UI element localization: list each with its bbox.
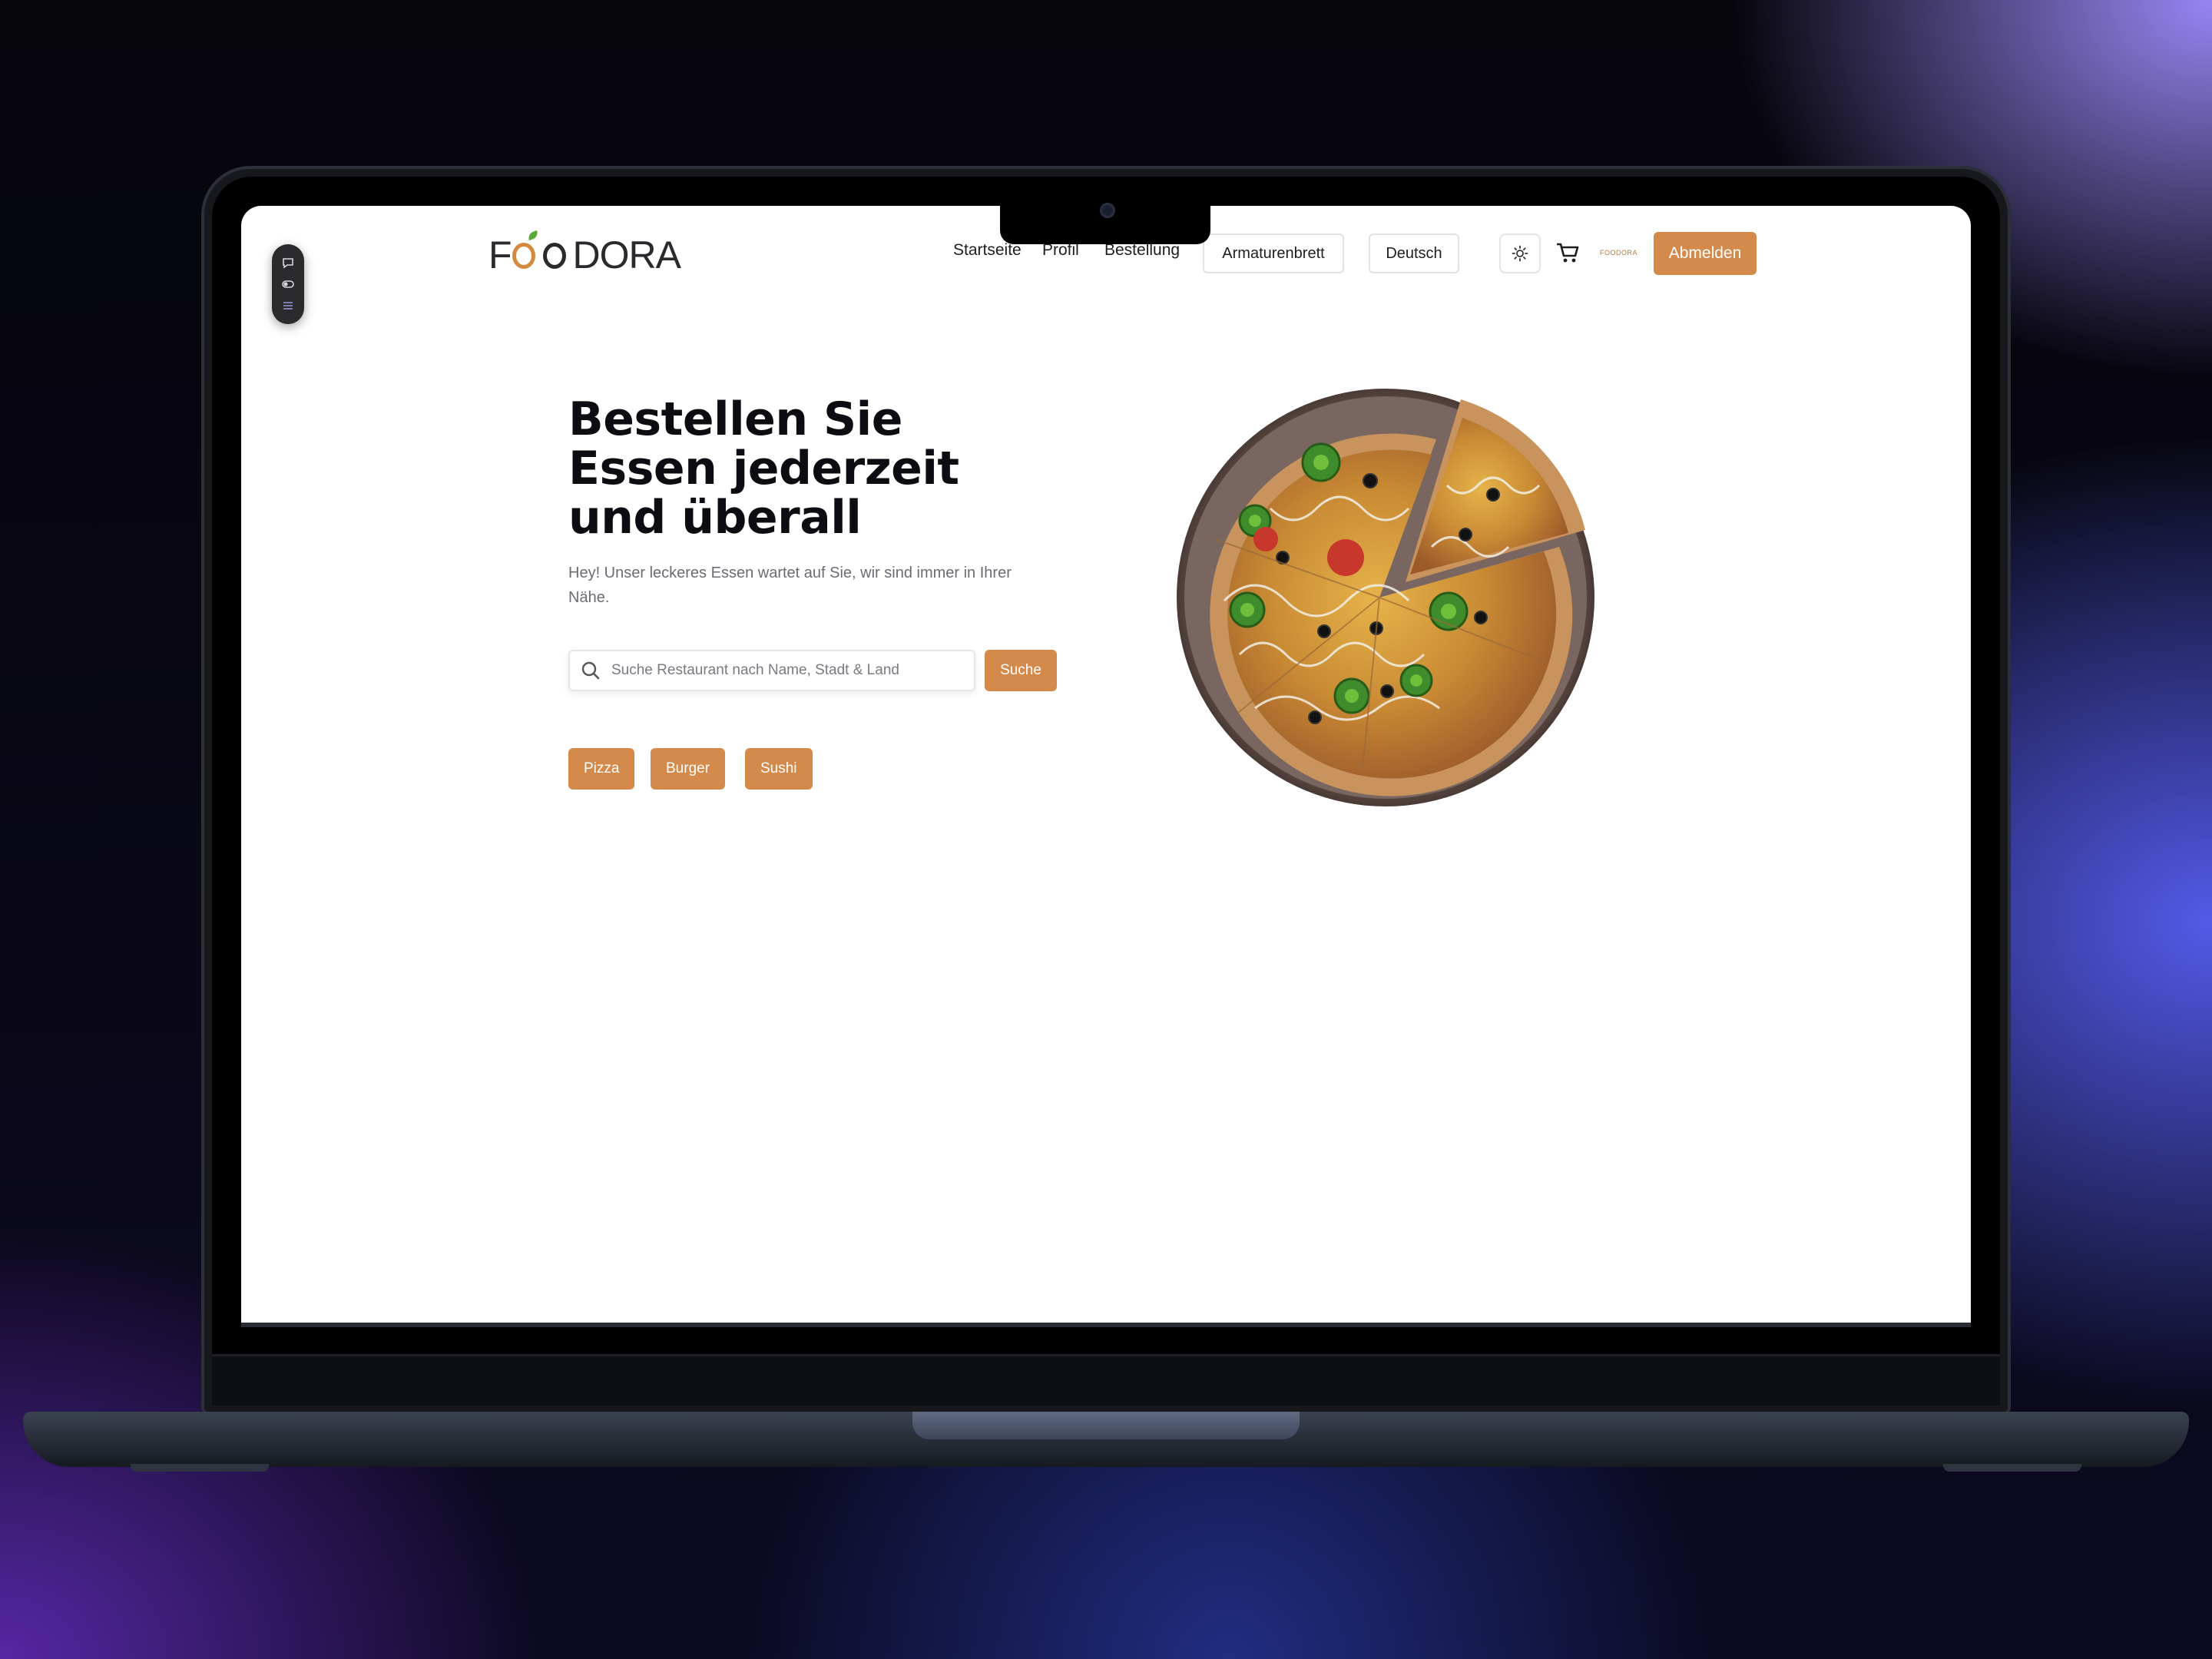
theme-toggle-button[interactable] [1499,233,1541,273]
side-toolbar [272,244,304,324]
mini-brand-logo: FOODORA [1600,249,1638,257]
hero-subtitle: Hey! Unser leckeres Essen wartet auf Sie… [568,565,1012,606]
sun-icon [1512,245,1528,262]
restaurant-search-box [568,650,975,691]
category-burger-button[interactable]: Burger [651,748,726,790]
brand-logo[interactable]: F DORA [488,230,681,278]
search-input[interactable] [610,661,974,680]
cart-icon[interactable] [1555,240,1581,266]
category-sushi-button[interactable]: Sushi [745,748,813,790]
app-screen: F DORA Startseite Profil Bestellung Arma… [241,206,1971,1327]
chat-icon[interactable] [281,256,295,270]
dashboard-button[interactable]: Armaturenbrett [1203,233,1344,273]
screen-bottom-edge [241,1323,1971,1327]
logout-button[interactable]: Abmelden [1654,232,1757,275]
search-button[interactable]: Suche [985,650,1057,691]
list-icon[interactable] [281,299,295,313]
laptop-base-notch [912,1412,1300,1439]
laptop-foot-right [1943,1464,2081,1472]
camera-icon [1100,203,1115,218]
language-select[interactable]: Deutsch [1369,233,1459,273]
laptop-foot-left [131,1464,269,1472]
laptop-chin [212,1354,2000,1406]
search-icon [581,661,600,680]
pizza-image [1177,389,1594,806]
category-pizza-button[interactable]: Pizza [568,748,635,790]
toggle-icon[interactable] [281,277,295,291]
hero-title: Bestellen Sie Essen jederzeit und überal… [568,392,959,545]
